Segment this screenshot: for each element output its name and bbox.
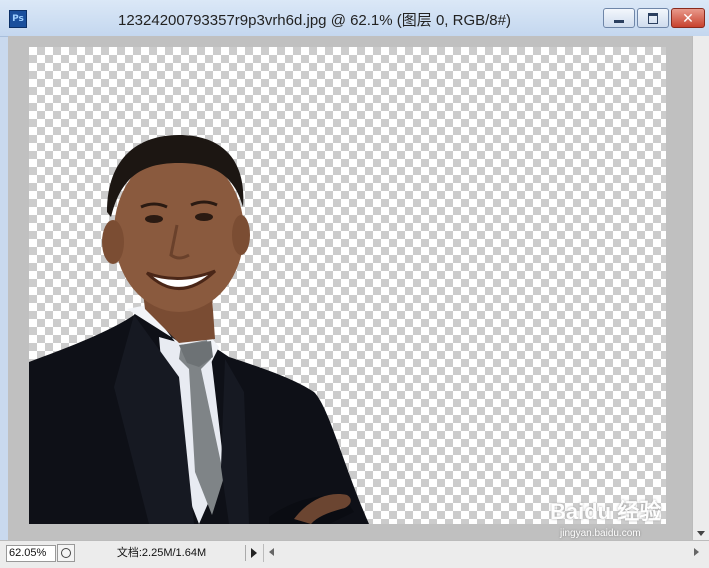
horizontal-scrollbar[interactable] <box>263 544 704 562</box>
minimize-icon <box>604 9 634 27</box>
baidu-watermark-url: jingyan.baidu.com <box>560 528 641 539</box>
close-button[interactable]: ✕ <box>671 8 705 28</box>
photoshop-app-icon[interactable]: Ps <box>9 10 27 28</box>
close-icon: ✕ <box>682 10 694 26</box>
maximize-button[interactable] <box>637 8 669 28</box>
maximize-icon <box>638 9 668 27</box>
baidu-watermark: Baidu 经验 <box>550 499 662 524</box>
vertical-scrollbar[interactable] <box>692 36 709 540</box>
canvas-pasteboard[interactable] <box>8 36 692 540</box>
minimize-button[interactable] <box>603 8 635 28</box>
image-canvas[interactable] <box>29 47 666 524</box>
status-bar: 62.05% 文档:2.25M/1.64M <box>0 540 709 568</box>
scroll-left-icon[interactable] <box>269 548 274 556</box>
arrow-right-icon[interactable] <box>251 548 257 558</box>
document-size-info[interactable]: 文档:2.25M/1.64M <box>78 545 246 561</box>
scroll-down-icon[interactable] <box>697 531 705 536</box>
title-bar[interactable]: Ps 12324200793357r9p3vrh6d.jpg @ 62.1% (… <box>0 0 709 37</box>
scroll-right-icon[interactable] <box>694 548 699 556</box>
cutout-portrait <box>29 135 369 524</box>
status-options-icon[interactable] <box>57 544 75 562</box>
photoshop-document-window: Ps 12324200793357r9p3vrh6d.jpg @ 62.1% (… <box>0 0 709 568</box>
window-title: 12324200793357r9p3vrh6d.jpg @ 62.1% (图层 … <box>118 12 511 29</box>
zoom-field[interactable]: 62.05% <box>6 545 56 562</box>
